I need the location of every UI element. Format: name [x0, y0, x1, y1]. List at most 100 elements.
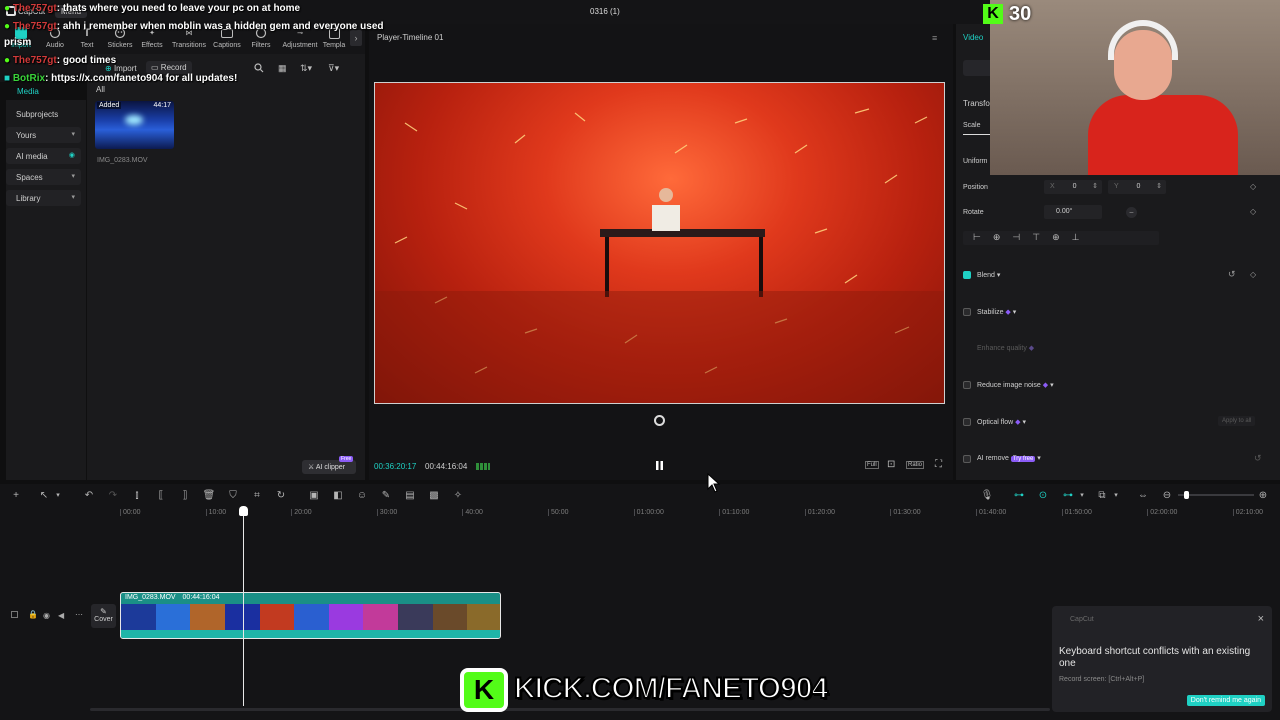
- tab-video[interactable]: Video: [963, 33, 983, 42]
- full-quality-button[interactable]: Full: [865, 461, 879, 469]
- filter-all[interactable]: All: [96, 85, 105, 94]
- player-menu-icon[interactable]: ≡: [932, 33, 937, 43]
- filter-icon[interactable]: ⊽▾: [328, 63, 339, 74]
- trim-left-icon[interactable]: ⟦: [155, 489, 167, 501]
- align-top-icon[interactable]: ⊤: [1032, 232, 1040, 244]
- dont-remind-button[interactable]: Don't remind me again: [1186, 695, 1265, 706]
- preview-axis-icon[interactable]: ⧉: [1096, 489, 1108, 501]
- zoom-in-icon[interactable]: ⊕: [1257, 489, 1269, 501]
- align-center-icon[interactable]: ⊕: [993, 232, 1001, 244]
- blend-checkbox[interactable]: [963, 271, 971, 279]
- redo-icon[interactable]: ↷: [107, 489, 119, 501]
- fit-icon[interactable]: ⇔: [1137, 489, 1149, 501]
- apply-to-all-button[interactable]: Apply to all: [1218, 416, 1256, 426]
- track-audio-icon[interactable]: ◀: [58, 611, 64, 620]
- toolbar-expand-icon[interactable]: ›: [350, 30, 362, 46]
- optical-flow-checkbox[interactable]: [963, 418, 971, 426]
- pause-icon[interactable]: [655, 461, 664, 470]
- fullscreen-icon[interactable]: ⛶: [935, 459, 942, 470]
- close-icon[interactable]: ×: [1258, 613, 1264, 625]
- undo-icon[interactable]: ↶: [83, 489, 95, 501]
- split-icon[interactable]: ⫾: [131, 489, 143, 501]
- ai-remove-checkbox[interactable]: [963, 455, 971, 463]
- mirror-icon[interactable]: ◧: [332, 489, 344, 501]
- stabilize-checkbox[interactable]: [963, 308, 971, 316]
- reset-icon[interactable]: ↺: [1254, 453, 1262, 464]
- crop-icon[interactable]: ⌗: [251, 489, 263, 501]
- tab-adjustment-label: Adjustment: [282, 42, 318, 49]
- nav-ai-media[interactable]: AI media ◉: [6, 148, 81, 164]
- track-visibility-icon[interactable]: ◉: [43, 611, 50, 620]
- grid-view-icon[interactable]: ▦: [278, 63, 287, 74]
- ratio-button[interactable]: Ratio: [906, 461, 925, 469]
- reduce-noise-checkbox[interactable]: [963, 381, 971, 389]
- position-y-field[interactable]: Y 0 ⇕: [1108, 180, 1166, 194]
- speed-icon[interactable]: ↻: [275, 489, 287, 501]
- sort-icon[interactable]: ⇅▾: [300, 63, 312, 74]
- nav-spaces[interactable]: Spaces ▾: [6, 169, 81, 185]
- nav-yours[interactable]: Yours ▾: [6, 127, 81, 143]
- playhead[interactable]: [238, 506, 248, 706]
- blend-label[interactable]: Blend ▾: [977, 271, 1000, 279]
- keyframe-icon[interactable]: ◇: [1250, 182, 1256, 191]
- subtitle-icon[interactable]: ▤: [404, 489, 416, 501]
- chat-user: The757gt: [12, 3, 57, 14]
- ai-clipper-button[interactable]: ⚔ AI clipper: [302, 460, 356, 474]
- position-x-field[interactable]: X 0 ⇕: [1044, 180, 1102, 194]
- search-icon[interactable]: [254, 63, 264, 73]
- media-clip-thumbnail[interactable]: Added 44:17: [95, 101, 174, 149]
- zoom-slider[interactable]: [1178, 491, 1254, 499]
- ai-remove-label[interactable]: AI remove Try free ▾: [977, 454, 1041, 462]
- align-bottom-icon[interactable]: ⊥: [1072, 232, 1080, 244]
- add-track-icon[interactable]: +: [10, 489, 22, 501]
- cover-button[interactable]: ✎ Cover: [91, 604, 116, 628]
- magnet-icon[interactable]: ⊙: [1037, 489, 1049, 501]
- sparkle-icon[interactable]: ✧: [452, 489, 464, 501]
- link-icon[interactable]: ⊶: [1013, 489, 1025, 501]
- zoom-slider-thumb[interactable]: [1184, 491, 1189, 499]
- nav-library[interactable]: Library ▾: [6, 190, 81, 206]
- ruler-tick-label: 20:00: [294, 509, 312, 516]
- select-tool-icon[interactable]: ↖: [38, 489, 50, 501]
- keyframe-icon[interactable]: ◇: [1250, 270, 1256, 279]
- video-preview[interactable]: [374, 82, 945, 404]
- keyframe-icon[interactable]: ◇: [1250, 207, 1256, 216]
- ruler-tick-mark: [633, 509, 635, 516]
- chevron-down-icon[interactable]: ▾: [1110, 489, 1122, 501]
- optical-flow-label[interactable]: Optical flow ◆ ▾: [977, 418, 1026, 426]
- inspector-subtab-bar: [963, 60, 993, 76]
- align-right-icon[interactable]: ⊣: [1012, 232, 1020, 244]
- snap-icon[interactable]: ⊶: [1062, 489, 1074, 501]
- rotate-field[interactable]: 0.00°: [1044, 205, 1102, 219]
- reduce-noise-label[interactable]: Reduce image noise ◆ ▾: [977, 381, 1054, 389]
- align-middle-icon[interactable]: ⊕: [1052, 232, 1060, 244]
- playhead-handle[interactable]: [238, 506, 248, 516]
- snapshot-icon[interactable]: ⊡: [887, 459, 895, 470]
- person-icon[interactable]: ☺: [356, 489, 368, 501]
- track-more-icon[interactable]: ⋯: [75, 610, 83, 619]
- magic-wand-icon[interactable]: ✎: [380, 489, 392, 501]
- stabilize-label[interactable]: Stabilize ◆ ▾: [977, 308, 1016, 316]
- microphone-icon[interactable]: 🎙: [981, 489, 994, 501]
- chat-text: : thats where you need to leave your pc …: [56, 3, 301, 14]
- align-left-icon[interactable]: ⊢: [973, 232, 981, 244]
- nav-media[interactable]: Media: [17, 87, 39, 96]
- edit-icon: ✎: [100, 607, 107, 616]
- rotate-dial-icon[interactable]: –: [1126, 207, 1137, 218]
- timeline-clip[interactable]: IMG_0283.MOV 00:44:16:04: [120, 592, 501, 639]
- time-ruler[interactable]: [90, 504, 1280, 520]
- trim-right-icon[interactable]: ⟧: [179, 489, 191, 501]
- nav-subprojects[interactable]: Subprojects: [6, 106, 81, 122]
- mask-icon[interactable]: ⛉: [227, 489, 239, 501]
- chat-message: ● The757gt: ahh i remember when moblin w…: [4, 21, 383, 32]
- delete-icon[interactable]: 🗑: [203, 489, 216, 501]
- screen-icon[interactable]: ▣: [308, 489, 320, 501]
- image-icon[interactable]: ▩: [428, 489, 440, 501]
- zoom-out-icon[interactable]: ⊖: [1161, 489, 1173, 501]
- chevron-down-icon[interactable]: ▾: [52, 489, 64, 501]
- track-lock-icon[interactable]: 🔒: [28, 610, 38, 619]
- reset-icon[interactable]: ↺: [1228, 269, 1236, 280]
- record-snapshot-icon[interactable]: [654, 415, 665, 426]
- track-select-icon[interactable]: [11, 611, 18, 618]
- chevron-down-icon[interactable]: ▾: [1076, 489, 1088, 501]
